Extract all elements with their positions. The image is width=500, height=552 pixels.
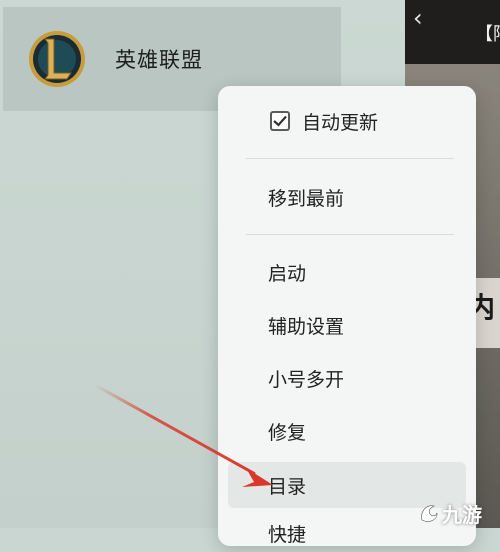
league-of-legends-logo-icon [29,31,85,87]
news-title[interactable]: 【阿 [475,20,500,46]
menu-item-bring-to-front[interactable]: 移到最前 [218,178,476,216]
checkmark-icon [273,115,287,127]
menu-item-launch[interactable]: 启动 [218,253,476,291]
menu-item-assist-settings[interactable]: 辅助设置 [218,306,476,344]
menu-item-label: 修复 [268,421,307,444]
menu-item-label: 小号多开 [268,368,345,391]
game-title: 英雄联盟 [115,48,203,72]
menu-item-multi-account[interactable]: 小号多开 [218,359,476,397]
watermark: 九游 [418,500,482,527]
menu-item-label: 快捷 [268,523,307,546]
menu-item-label: 移到最前 [268,187,345,210]
menu-item-repair[interactable]: 修复 [218,412,476,450]
menu-item-label: 目录 [268,475,307,498]
menu-item-auto-update[interactable]: 自动更新 [218,102,476,140]
menu-item-label: 自动更新 [302,111,379,134]
auto-update-checkbox[interactable] [270,111,290,131]
back-chevron-icon[interactable]: ‹ [413,4,437,32]
watermark-text: 九游 [442,502,482,527]
game-context-menu: 自动更新 移到最前 启动 辅助设置 小号多开 修复 目录 快捷 [218,86,476,546]
jiuyou-logo-icon [421,505,438,522]
menu-item-label: 启动 [268,262,307,285]
menu-item-label: 辅助设置 [268,315,345,338]
menu-divider [246,234,454,235]
menu-divider [246,158,454,159]
